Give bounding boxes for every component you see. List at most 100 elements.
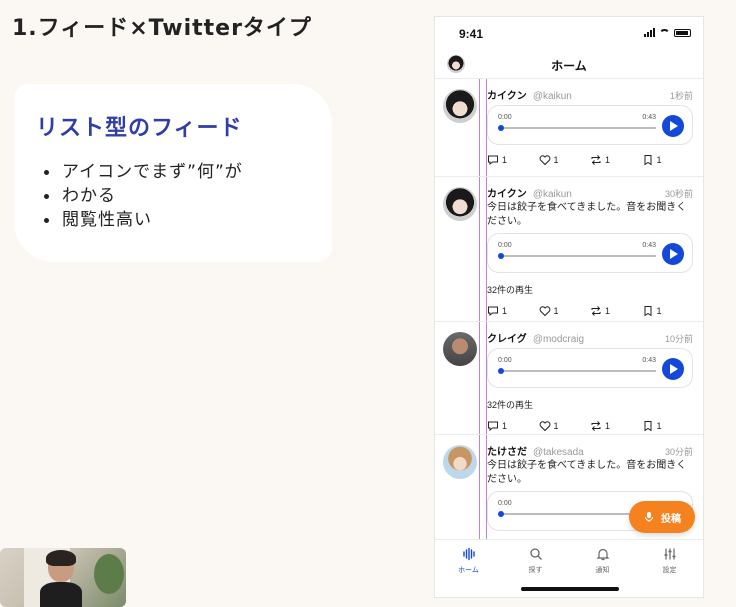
- post-text: 今日は餃子を食べてきました。音をお聞きください。: [487, 202, 687, 227]
- audio-track[interactable]: [500, 370, 656, 372]
- bullet-list: アイコンでまず”何”が わかる 閲覧性高い: [36, 160, 312, 232]
- webcam-plant: [94, 554, 124, 594]
- status-bar: 9:41: [435, 17, 703, 49]
- post-header: クレイグ @modcraig 10分前: [487, 330, 693, 345]
- status-time: 9:41: [459, 27, 484, 41]
- signal-icon: [644, 28, 655, 37]
- tab-label: 通知: [595, 567, 610, 574]
- repost-count: 1: [605, 155, 611, 165]
- feed-post[interactable]: カイクン @kaikun 1秒前 0:00 0:43 1 1 1 1: [435, 79, 703, 177]
- audio-duration: 0:43: [642, 357, 656, 364]
- audio-player: 0:00 0:43: [487, 105, 693, 145]
- post-author: たけさだ: [487, 447, 527, 458]
- bookmark-button[interactable]: 1: [642, 154, 694, 166]
- comment-icon: [488, 155, 498, 166]
- like-count: 1: [553, 421, 559, 431]
- repost-count: 1: [605, 421, 611, 431]
- presenter-hair: [46, 550, 76, 566]
- bookmark-count: 1: [656, 421, 662, 431]
- like-button[interactable]: 1: [539, 420, 591, 432]
- audio-scrubber[interactable]: [498, 511, 504, 517]
- audio-scrubber[interactable]: [498, 125, 504, 131]
- page-title: ホーム: [551, 59, 587, 73]
- home-indicator: [521, 587, 619, 591]
- presenter-shirt: [40, 582, 82, 607]
- nav-bar: ホーム: [435, 49, 703, 79]
- bell-icon: [596, 548, 609, 561]
- post-header: カイクン @kaikun 1秒前: [487, 87, 693, 102]
- audio-player: 0:00 0:43: [487, 233, 693, 273]
- info-card: リスト型のフィード アイコンでまず”何”が わかる 閲覧性高い: [14, 84, 332, 262]
- post-header: カイクン @kaikun 30秒前: [487, 185, 693, 200]
- comment-icon: [488, 421, 498, 432]
- like-button[interactable]: 1: [539, 305, 591, 317]
- heart-icon: [539, 421, 550, 432]
- bullet-item-text: わかる: [62, 186, 116, 206]
- repost-button[interactable]: 1: [590, 420, 642, 432]
- search-icon: [529, 548, 542, 560]
- repost-button[interactable]: 1: [590, 305, 642, 317]
- feed-post[interactable]: カイクン @kaikun 30秒前 今日は餃子を食べてきました。音をお聞きくださ…: [435, 177, 703, 322]
- audio-start-time: 0:00: [498, 242, 512, 249]
- bullet-item-continued: わかる: [36, 184, 312, 208]
- repost-button[interactable]: 1: [590, 154, 642, 166]
- bullet-item: 閲覧性高い: [36, 208, 312, 232]
- audio-start-time: 0:00: [498, 114, 512, 121]
- comment-button[interactable]: 1: [487, 154, 539, 166]
- post-time: 1秒前: [669, 91, 693, 101]
- bullet-item: アイコンでまず”何”が: [36, 160, 312, 184]
- microphone-icon: [645, 512, 653, 522]
- post-avatar[interactable]: [443, 445, 477, 479]
- audio-track[interactable]: [500, 255, 656, 257]
- repost-icon: [591, 306, 601, 316]
- comment-count: 1: [502, 155, 508, 165]
- post-author: カイクン: [487, 91, 527, 102]
- bookmark-button[interactable]: 1: [642, 305, 694, 317]
- audio-duration: 0:43: [642, 242, 656, 249]
- waveform-icon: [462, 547, 475, 561]
- post-author: カイクン: [487, 189, 527, 200]
- play-button[interactable]: [662, 243, 684, 265]
- card-heading: リスト型のフィード: [36, 116, 243, 141]
- comment-button[interactable]: 1: [487, 305, 539, 317]
- status-icons: [644, 28, 691, 37]
- tab-settings[interactable]: 設定: [636, 540, 703, 597]
- comment-count: 1: [502, 306, 508, 316]
- audio-scrubber[interactable]: [498, 368, 504, 374]
- heart-icon: [539, 155, 550, 166]
- audio-track[interactable]: [500, 127, 656, 129]
- post-handle: @kaikun: [532, 91, 572, 102]
- audio-scrubber[interactable]: [498, 253, 504, 259]
- bookmark-icon: [644, 306, 651, 317]
- comment-count: 1: [502, 421, 508, 431]
- post-handle: @kaikun: [532, 189, 572, 200]
- post-avatar[interactable]: [443, 89, 477, 123]
- comment-icon: [488, 306, 498, 317]
- feed-post[interactable]: クレイグ @modcraig 10分前 0:00 0:43 32件の再生 1 1…: [435, 322, 703, 435]
- feed[interactable]: カイクン @kaikun 1秒前 0:00 0:43 1 1 1 1 カイクン …: [435, 79, 703, 539]
- post-avatar[interactable]: [443, 187, 477, 221]
- like-count: 1: [553, 306, 559, 316]
- wifi-icon: [659, 28, 670, 37]
- post-avatar[interactable]: [443, 332, 477, 366]
- like-button[interactable]: 1: [539, 154, 591, 166]
- play-button[interactable]: [662, 358, 684, 380]
- battery-icon: [674, 28, 691, 37]
- bookmark-count: 1: [656, 306, 662, 316]
- sliders-icon: [664, 548, 675, 560]
- audio-start-time: 0:00: [498, 357, 512, 364]
- tab-home[interactable]: ホーム: [435, 540, 502, 597]
- repost-count: 1: [605, 306, 611, 316]
- post-handle: @modcraig: [532, 334, 585, 345]
- tab-label: 探す: [528, 567, 543, 574]
- post-actions: 1 1 1 1: [487, 304, 693, 318]
- phone-mockup: 9:41 ホーム カイクン @kaikun 1秒前 0:00 0:43 1 1 …: [434, 16, 704, 598]
- bookmark-button[interactable]: 1: [642, 420, 694, 432]
- post-fab-button[interactable]: 投稿: [629, 501, 695, 533]
- post-author: クレイグ: [487, 334, 527, 345]
- repost-icon: [591, 155, 601, 165]
- play-button[interactable]: [662, 115, 684, 137]
- post-handle: @takesada: [533, 447, 584, 458]
- slide-title: 1.フィード×Twitterタイプ: [12, 16, 312, 41]
- comment-button[interactable]: 1: [487, 420, 539, 432]
